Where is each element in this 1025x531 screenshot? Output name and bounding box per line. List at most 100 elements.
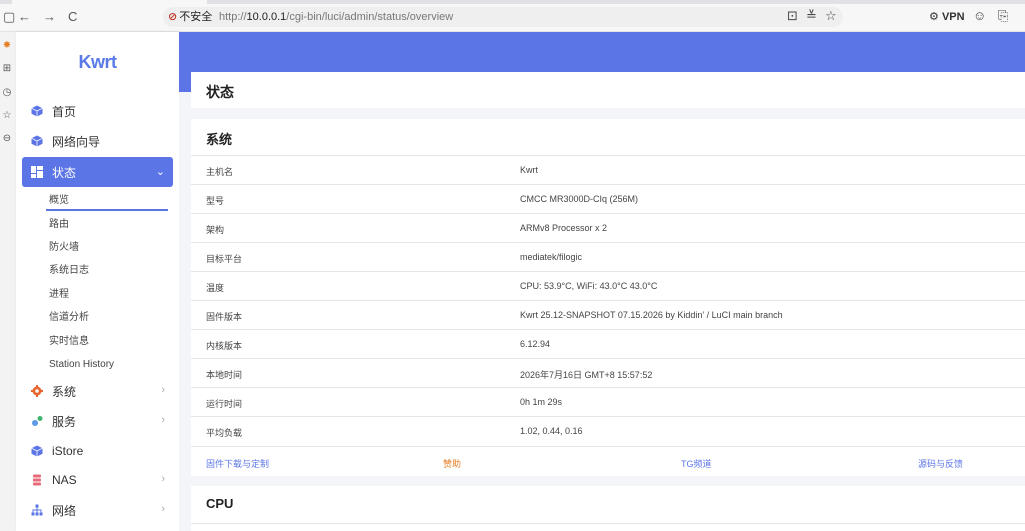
vpn-icon: ⚙ xyxy=(929,11,939,23)
url-path: /cgi-bin/luci/admin/status/overview xyxy=(286,11,454,23)
sidebar-item-label: 首页 xyxy=(52,104,77,119)
main-content: 状态 系统 主机名 Kwrt 型号 CMCC MR3000D-CIq (256M) … xyxy=(179,32,1025,531)
table-row: 目标平台 mediatek/filogic xyxy=(191,242,1025,271)
sidebar: Kwrt 首页 网络向导 状态 ⌄ 概览 路由 防火墙 系统日志 进程 信道分析… xyxy=(16,32,179,531)
sidebar-item-label: NAS xyxy=(52,473,77,487)
row-key: 运行时间 xyxy=(206,399,243,409)
browser-toolbar: ▢ ← → C ⊘ 不安全 http://10.0.0.1/cgi-bin/luc… xyxy=(0,0,1025,32)
row-value: 0h 1m 29s xyxy=(520,397,563,407)
back-button[interactable]: ← xyxy=(18,10,31,24)
table-row: 运行时间 0h 1m 29s xyxy=(191,387,1025,416)
submenu-item-realtime[interactable]: 实时信息 xyxy=(49,336,89,348)
table-row: 本地时间 2026年7月16日 GMT+8 15:57:52 xyxy=(191,358,1025,387)
telegram-channel-link[interactable]: TG频道 xyxy=(681,457,712,470)
row-value: Kwrt 25.12-SNAPSHOT 07.15.2026 by Kiddin… xyxy=(520,310,783,320)
security-indicator[interactable]: ⊘ 不安全 xyxy=(168,10,212,24)
donate-link[interactable]: 赞助 xyxy=(443,457,461,470)
chevron-right-icon: › xyxy=(161,384,165,396)
row-value: CPU: 53.9°C, WiFi: 43.0°C 43.0°C xyxy=(520,281,658,291)
table-row: 固件版本 Kwrt 25.12-SNAPSHOT 07.15.2026 by Ki… xyxy=(191,300,1025,329)
table-row: 温度 CPU: 53.9°C, WiFi: 43.0°C 43.0°C xyxy=(191,271,1025,300)
row-value: 1.02, 0.44, 0.16 xyxy=(520,426,583,436)
sidebar-item-nas[interactable]: NAS › xyxy=(22,466,173,494)
row-key: 内核版本 xyxy=(206,341,243,351)
table-row: 内核版本 6.12.94 xyxy=(191,329,1025,358)
cpu-section: CPU xyxy=(191,486,1025,531)
browser-side-rail: ✸ ⊞ ◷ ☆ ⊖ xyxy=(0,32,16,531)
sidebar-item-services[interactable]: 服务 › xyxy=(22,407,173,435)
star-icon[interactable]: ☆ xyxy=(1,110,13,122)
sidebar-item-label: 网络 xyxy=(52,503,77,518)
row-key: 目标平台 xyxy=(206,254,243,264)
url-prefix: http:// xyxy=(219,11,247,23)
row-value: CMCC MR3000D-CIq (256M) xyxy=(520,194,639,204)
reload-button[interactable]: C xyxy=(68,10,77,24)
cube-icon xyxy=(30,444,44,458)
bag-icon[interactable]: ⊞ xyxy=(1,63,13,75)
divider xyxy=(191,523,1025,524)
gear-icon xyxy=(30,384,44,398)
sidebar-toggle-icon[interactable]: ▢ xyxy=(3,10,15,24)
row-key: 固件版本 xyxy=(206,312,243,322)
insecure-label: 不安全 xyxy=(179,11,213,23)
screenshot-icon[interactable]: ⊡ xyxy=(787,9,798,23)
page-title-card: 状态 xyxy=(191,72,1025,108)
chevron-right-icon: › xyxy=(161,503,165,515)
network-icon xyxy=(30,503,44,517)
table-row: 型号 CMCC MR3000D-CIq (256M) xyxy=(191,184,1025,213)
sidebar-item-label: 状态 xyxy=(52,165,77,180)
row-key: 主机名 xyxy=(206,167,234,177)
sidebar-item-home[interactable]: 首页 xyxy=(22,97,173,125)
sidebar-item-label: iStore xyxy=(52,444,84,458)
table-row: 平均负载 1.02, 0.44, 0.16 xyxy=(191,416,1025,445)
star-bookmark-icon[interactable]: ☆ xyxy=(825,9,837,23)
table-row: 主机名 Kwrt xyxy=(191,155,1025,184)
section-heading: 系统 xyxy=(206,132,233,147)
url-text[interactable]: http://10.0.0.1/cgi-bin/luci/admin/statu… xyxy=(219,10,453,24)
share-icon[interactable]: ⎘ xyxy=(998,9,1008,23)
sidebar-item-system[interactable]: 系统 › xyxy=(22,377,173,405)
submenu-item-syslog[interactable]: 系统日志 xyxy=(49,265,89,277)
sidebar-item-istore[interactable]: iStore xyxy=(22,437,173,465)
submenu-item-channel-analysis[interactable]: 信道分析 xyxy=(49,312,89,324)
forward-button[interactable]: → xyxy=(43,10,56,24)
vpn-button[interactable]: ⚙ VPN xyxy=(929,11,965,23)
submenu-item-overview[interactable]: 概览 xyxy=(49,195,69,207)
chevron-down-icon: ⌄ xyxy=(155,166,165,178)
sidebar-item-label: 服务 xyxy=(52,414,77,429)
submenu-item-firewall[interactable]: 防火墙 xyxy=(49,242,79,254)
system-section: 系统 主机名 Kwrt 型号 CMCC MR3000D-CIq (256M) 架构 A… xyxy=(191,119,1025,476)
clock-icon[interactable]: ◷ xyxy=(1,87,13,99)
storage-icon xyxy=(30,473,44,487)
chevron-right-icon: › xyxy=(161,414,165,426)
submenu-item-routes[interactable]: 路由 xyxy=(49,219,69,231)
row-value: mediatek/filogic xyxy=(520,252,583,262)
sidebar-item-network-wizard[interactable]: 网络向导 xyxy=(22,127,173,155)
vpn-label: VPN xyxy=(941,11,965,23)
reader-icon[interactable]: ≚ xyxy=(806,9,817,23)
extension-icon[interactable]: ☺ xyxy=(973,9,986,23)
active-submenu-indicator xyxy=(46,209,168,211)
row-key: 平均负载 xyxy=(206,428,243,438)
active-tab[interactable] xyxy=(12,0,207,4)
sidebar-item-label: 系统 xyxy=(52,384,77,399)
chevron-right-icon: › xyxy=(161,473,165,485)
download-icon[interactable]: ⊖ xyxy=(1,133,13,145)
row-key: 温度 xyxy=(206,283,225,293)
row-key: 架构 xyxy=(206,225,225,235)
cube-icon xyxy=(30,104,44,118)
sun-icon[interactable]: ✸ xyxy=(1,40,13,52)
row-key: 本地时间 xyxy=(206,370,243,380)
submenu-item-processes[interactable]: 进程 xyxy=(49,289,69,301)
row-value: Kwrt xyxy=(520,165,538,175)
dashboard-icon xyxy=(30,165,44,179)
sidebar-item-network[interactable]: 网络 › xyxy=(22,496,173,524)
sidebar-item-label: 网络向导 xyxy=(52,134,101,149)
row-value: ARMv8 Processor x 2 xyxy=(520,223,608,233)
services-icon xyxy=(30,414,44,428)
firmware-download-link[interactable]: 固件下载与定制 xyxy=(206,457,269,470)
sidebar-item-status[interactable]: 状态 ⌄ xyxy=(22,157,173,187)
submenu-item-station-history[interactable]: Station History xyxy=(49,359,114,371)
source-feedback-link[interactable]: 源码与反馈 xyxy=(918,457,963,470)
app-logo[interactable]: Kwrt xyxy=(16,52,179,73)
